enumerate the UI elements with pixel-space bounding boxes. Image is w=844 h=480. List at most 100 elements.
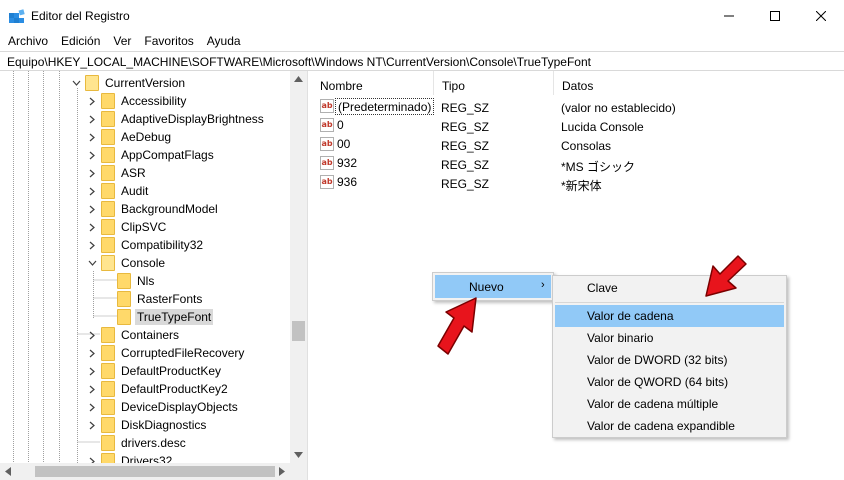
tree-node[interactable]: Nls: [0, 272, 290, 290]
address-path[interactable]: Equipo\HKEY_LOCAL_MACHINE\SOFTWARE\Micro…: [7, 55, 591, 69]
address-bar[interactable]: Equipo\HKEY_LOCAL_MACHINE\SOFTWARE\Micro…: [0, 51, 844, 71]
chevron-right-icon[interactable]: [88, 187, 97, 196]
chevron-down-icon[interactable]: [72, 79, 81, 88]
tree-vertical-scrollbar[interactable]: [290, 71, 307, 463]
chevron-right-icon[interactable]: [88, 421, 97, 430]
tree-node[interactable]: AppCompatFlags: [0, 146, 290, 164]
tree-node-label: AppCompatFlags: [121, 148, 214, 162]
folder-icon: [101, 129, 115, 145]
menu-bar: Archivo Edición Ver Favoritos Ayuda: [0, 31, 844, 51]
value-type: REG_SZ: [441, 177, 490, 191]
scroll-corner: [290, 463, 307, 480]
tree-node[interactable]: BackgroundModel: [0, 200, 290, 218]
chevron-right-icon[interactable]: [88, 151, 97, 160]
submenu-item-label: Valor de cadena múltiple: [587, 397, 719, 411]
tree-node[interactable]: AdaptiveDisplayBrightness: [0, 110, 290, 128]
chevron-right-icon[interactable]: [88, 349, 97, 358]
submenu-separator: [555, 302, 784, 303]
tree-node[interactable]: CorruptedFileRecovery: [0, 344, 290, 362]
submenu-item-valor-cadena-expandible[interactable]: Valor de cadena expandible: [555, 415, 784, 437]
menu-favoritos[interactable]: Favoritos: [138, 31, 200, 51]
scroll-up-icon[interactable]: [294, 76, 303, 82]
chevron-right-icon[interactable]: [88, 385, 97, 394]
value-row[interactable]: ab 0 REG_SZ Lucida Console: [312, 117, 844, 136]
tree-node-label: TrueTypeFont: [135, 309, 214, 325]
value-name: 932: [337, 156, 358, 170]
tree-node[interactable]: DeviceDisplayObjects: [0, 398, 290, 416]
submenu-item-label: Valor de DWORD (32 bits): [587, 353, 728, 367]
value-row[interactable]: ab 00 REG_SZ Consolas: [312, 136, 844, 155]
chevron-right-icon[interactable]: [88, 403, 97, 412]
annotation-arrow-icon: [705, 255, 747, 297]
tree-node[interactable]: ClipSVC: [0, 218, 290, 236]
minimize-button[interactable]: [706, 0, 752, 31]
tree-node[interactable]: DefaultProductKey2: [0, 380, 290, 398]
menu-ayuda[interactable]: Ayuda: [201, 31, 248, 51]
tree-node[interactable]: AeDebug: [0, 128, 290, 146]
chevron-right-icon[interactable]: [88, 331, 97, 340]
column-header-data[interactable]: Datos: [554, 71, 844, 95]
tree-node[interactable]: Audit: [0, 182, 290, 200]
tree-horizontal-scroll-thumb[interactable]: [35, 466, 275, 477]
menu-edicion[interactable]: Edición: [55, 31, 107, 51]
menu-item-nuevo[interactable]: Nuevo ›: [435, 275, 551, 298]
tree-node[interactable]: DefaultProductKey: [0, 362, 290, 380]
submenu-item-valor-binario[interactable]: Valor binario: [555, 327, 784, 349]
tree-node[interactable]: Console: [0, 254, 290, 272]
scroll-down-icon[interactable]: [294, 452, 303, 458]
scroll-left-icon[interactable]: [5, 467, 11, 476]
folder-icon: [101, 417, 115, 433]
tree-pane[interactable]: CurrentVersion Accessibility AdaptiveDispl…: [0, 71, 308, 480]
tree-node[interactable]: CurrentVersion: [0, 74, 290, 92]
tree-node[interactable]: TrueTypeFont: [0, 308, 290, 326]
maximize-button[interactable]: [752, 0, 798, 31]
close-button[interactable]: [798, 0, 844, 31]
tree-node[interactable]: Compatibility32: [0, 236, 290, 254]
submenu-item-valor-qword[interactable]: Valor de QWORD (64 bits): [555, 371, 784, 393]
chevron-right-icon[interactable]: [88, 133, 97, 142]
tree-node[interactable]: Accessibility: [0, 92, 290, 110]
folder-icon: [101, 381, 115, 397]
chevron-right-icon[interactable]: [88, 367, 97, 376]
value-row[interactable]: ab 936 REG_SZ *新宋体: [312, 174, 844, 193]
menu-archivo[interactable]: Archivo: [2, 31, 55, 51]
folder-icon: [101, 201, 115, 217]
value-row[interactable]: ab 932 REG_SZ *MS ゴシック: [312, 155, 844, 174]
submenu-item-valor-de-cadena[interactable]: Valor de cadena: [555, 305, 784, 327]
value-data: Consolas: [561, 139, 612, 153]
tree-node-label: AdaptiveDisplayBrightness: [121, 112, 264, 126]
value-data: Lucida Console: [561, 120, 644, 134]
chevron-right-icon[interactable]: [88, 115, 97, 124]
tree-node[interactable]: drivers.desc: [0, 434, 290, 452]
menu-ver[interactable]: Ver: [107, 31, 138, 51]
submenu-item-label: Valor binario: [587, 331, 654, 345]
chevron-right-icon[interactable]: [88, 241, 97, 250]
ab-string-icon: ab: [320, 156, 334, 170]
submenu-item-valor-dword[interactable]: Valor de DWORD (32 bits): [555, 349, 784, 371]
submenu-item-label: Valor de cadena expandible: [587, 419, 735, 433]
tree-vertical-scroll-thumb[interactable]: [292, 321, 305, 341]
chevron-right-icon[interactable]: [88, 205, 97, 214]
regedit-app-icon: [9, 8, 25, 24]
chevron-right-icon[interactable]: [88, 97, 97, 106]
tree-node[interactable]: ASR: [0, 164, 290, 182]
scroll-right-icon[interactable]: [279, 467, 285, 476]
ab-string-icon: ab: [320, 99, 334, 113]
tree-node[interactable]: DiskDiagnostics: [0, 416, 290, 434]
column-header-name[interactable]: Nombre: [312, 71, 434, 95]
tree-node-label: DefaultProductKey: [121, 364, 222, 378]
folder-icon: [101, 399, 115, 415]
submenu-item-valor-cadena-multiple[interactable]: Valor de cadena múltiple: [555, 393, 784, 415]
chevron-right-icon[interactable]: [88, 223, 97, 232]
chevron-right-icon[interactable]: [88, 169, 97, 178]
folder-icon: [117, 291, 131, 307]
folder-icon: [101, 219, 115, 235]
chevron-down-icon[interactable]: [88, 259, 97, 268]
tree-node-label: Nls: [137, 274, 155, 288]
tree-node[interactable]: RasterFonts: [0, 290, 290, 308]
tree-node[interactable]: Containers: [0, 326, 290, 344]
column-header-type[interactable]: Tipo: [434, 71, 554, 95]
value-row[interactable]: ab (Predeterminado) REG_SZ (valor no establ…: [312, 98, 844, 117]
new-submenu: Clave Valor de cadena Valor binario Valo…: [552, 275, 787, 438]
folder-icon: [101, 363, 115, 379]
